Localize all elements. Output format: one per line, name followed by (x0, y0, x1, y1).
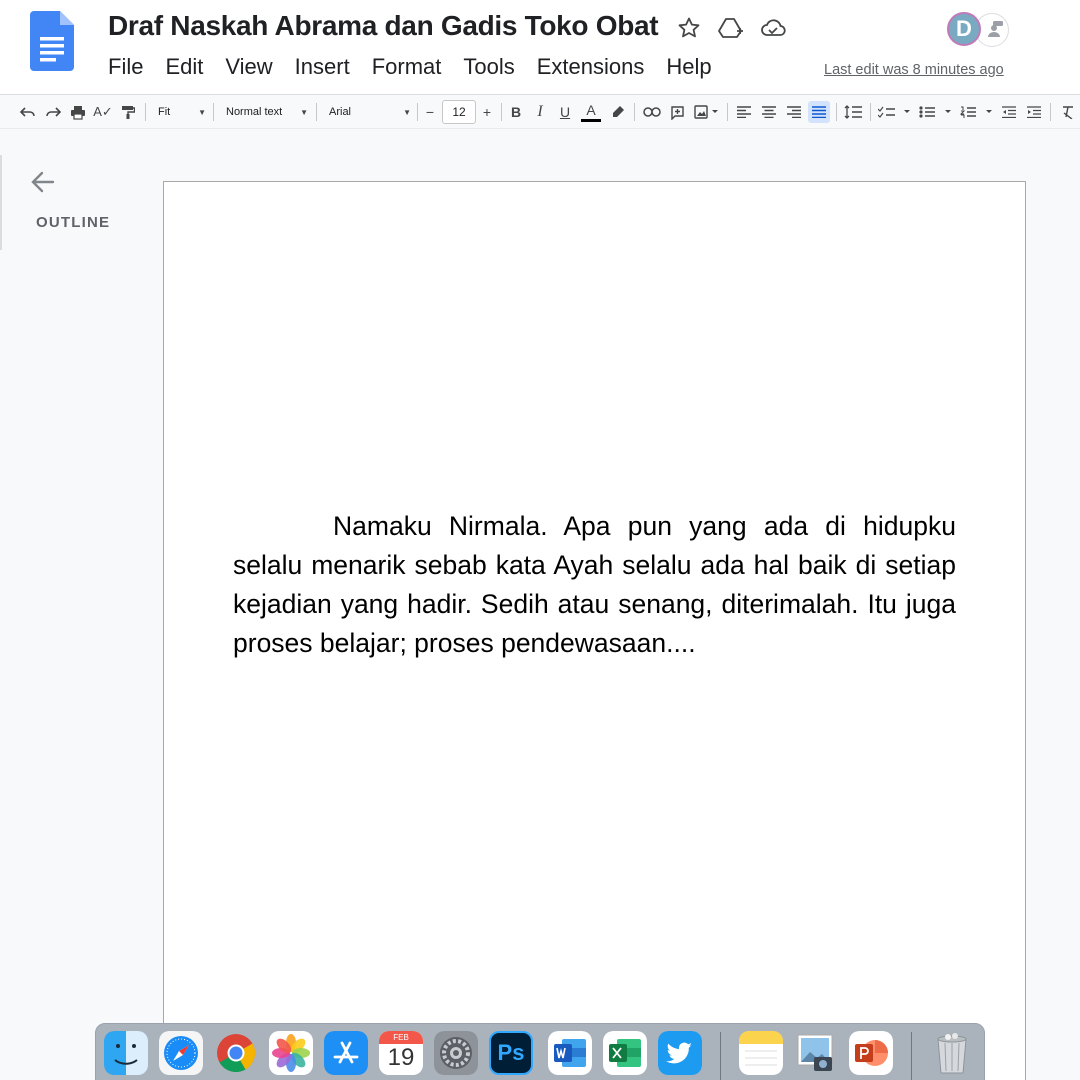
move-to-drive-icon[interactable] (718, 15, 744, 41)
redo-icon[interactable] (43, 101, 63, 123)
menu-edit[interactable]: Edit (165, 54, 214, 80)
toolbar-divider (501, 103, 502, 121)
notes-icon[interactable] (739, 1031, 783, 1075)
toolbar-divider (727, 103, 728, 121)
trash-icon[interactable] (930, 1031, 974, 1075)
chevron-down-icon: ▼ (403, 107, 411, 117)
dock-divider (720, 1032, 721, 1080)
cloud-saved-icon[interactable] (760, 15, 786, 41)
toolbar-divider (316, 103, 317, 121)
excel-icon[interactable] (603, 1031, 647, 1075)
system-preferences-icon[interactable] (434, 1031, 478, 1075)
zoom-select[interactable]: Fit ▼ (158, 101, 206, 123)
align-left-icon[interactable] (734, 101, 754, 123)
toolbar-divider (145, 103, 146, 121)
last-edit-link[interactable]: Last edit was 8 minutes ago (824, 62, 1004, 78)
underline-icon[interactable]: U (556, 101, 574, 123)
clear-formatting-icon[interactable] (1058, 101, 1078, 123)
decrease-indent-icon[interactable] (999, 101, 1019, 123)
align-right-icon[interactable] (784, 101, 804, 123)
add-comment-icon[interactable] (667, 101, 687, 123)
style-select[interactable]: Normal text ▼ (226, 101, 308, 123)
link-icon[interactable] (641, 101, 663, 123)
toolbar-divider (417, 103, 418, 121)
decrease-font-size-button[interactable]: − (421, 101, 439, 123)
menu-insert[interactable]: Insert (295, 54, 361, 80)
document-paragraph[interactable]: Namaku Nirmala. Apa pun yang ada di hidu… (233, 507, 956, 663)
document-title[interactable]: Draf Naskah Abrama dan Gadis Toko Obat (108, 10, 659, 42)
italic-icon[interactable]: I (531, 101, 549, 123)
user-avatar[interactable]: D (947, 12, 981, 46)
menu-tools[interactable]: Tools (463, 54, 525, 80)
chrome-icon[interactable] (214, 1031, 258, 1075)
chevron-down-icon: ▼ (300, 107, 308, 117)
photos-icon[interactable] (269, 1031, 313, 1075)
photoshop-icon[interactable]: Ps (489, 1031, 533, 1075)
calendar-month: FEB (379, 1031, 423, 1044)
dock-divider (911, 1032, 912, 1080)
paint-format-icon[interactable] (118, 101, 138, 123)
menu-extensions[interactable]: Extensions (537, 54, 656, 80)
safari-icon[interactable] (159, 1031, 203, 1075)
document-page[interactable]: Namaku Nirmala. Apa pun yang ada di hidu… (163, 181, 1026, 1080)
menu-format[interactable]: Format (372, 54, 453, 80)
increase-indent-icon[interactable] (1024, 101, 1044, 123)
arrow-back-icon[interactable] (28, 167, 58, 197)
app-header: Draf Naskah Abrama dan Gadis Toko Obat F… (0, 0, 1080, 95)
zoom-value: Fit (158, 106, 171, 118)
align-justify-icon[interactable] (808, 101, 830, 123)
calendar-icon[interactable]: FEB 19 (379, 1031, 423, 1075)
formatting-toolbar: A✓ Fit ▼ Normal text ▼ Arial ▼ − + B I U A (0, 95, 1080, 129)
line-spacing-icon[interactable] (842, 101, 864, 123)
docs-logo-icon[interactable] (30, 11, 74, 71)
outline-edge (0, 155, 2, 250)
menu-help[interactable]: Help (666, 54, 722, 80)
word-icon[interactable] (548, 1031, 592, 1075)
spellcheck-icon[interactable]: A✓ (93, 101, 113, 123)
star-icon[interactable] (676, 15, 702, 41)
numbered-list-icon[interactable] (959, 101, 995, 123)
toolbar-divider (836, 103, 837, 121)
app-store-icon[interactable] (324, 1031, 368, 1075)
style-value: Normal text (226, 106, 283, 118)
font-size-input[interactable]: 12 (442, 100, 476, 124)
chevron-down-icon: ▼ (198, 107, 206, 117)
toolbar-divider (870, 103, 871, 121)
increase-font-size-button[interactable]: + (478, 101, 496, 123)
preview-icon[interactable] (794, 1031, 838, 1075)
toolbar-divider (213, 103, 214, 121)
toolbar-divider (1050, 103, 1051, 121)
font-value: Arial (329, 106, 352, 118)
bold-icon[interactable]: B (507, 101, 525, 123)
outline-label: OUTLINE (36, 214, 111, 231)
checklist-icon[interactable] (877, 101, 913, 123)
powerpoint-icon[interactable] (849, 1031, 893, 1075)
text-color-icon[interactable]: A (580, 101, 602, 123)
twitter-icon[interactable] (658, 1031, 702, 1075)
finder-icon[interactable] (104, 1031, 148, 1075)
macos-dock: FEB 19 Ps (95, 1023, 985, 1080)
print-icon[interactable] (68, 101, 88, 123)
toolbar-divider (634, 103, 635, 121)
menu-file[interactable]: File (108, 54, 154, 80)
undo-icon[interactable] (18, 101, 38, 123)
menu-bar: File Edit View Insert Format Tools Exten… (108, 54, 734, 80)
bulleted-list-icon[interactable] (918, 101, 954, 123)
highlight-icon[interactable] (608, 101, 628, 123)
font-select[interactable]: Arial ▼ (329, 101, 411, 123)
align-center-icon[interactable] (759, 101, 779, 123)
insert-image-icon[interactable] (692, 101, 722, 123)
photoshop-label: Ps (497, 1040, 525, 1065)
menu-view[interactable]: View (225, 54, 283, 80)
calendar-day: 19 (387, 1044, 415, 1071)
